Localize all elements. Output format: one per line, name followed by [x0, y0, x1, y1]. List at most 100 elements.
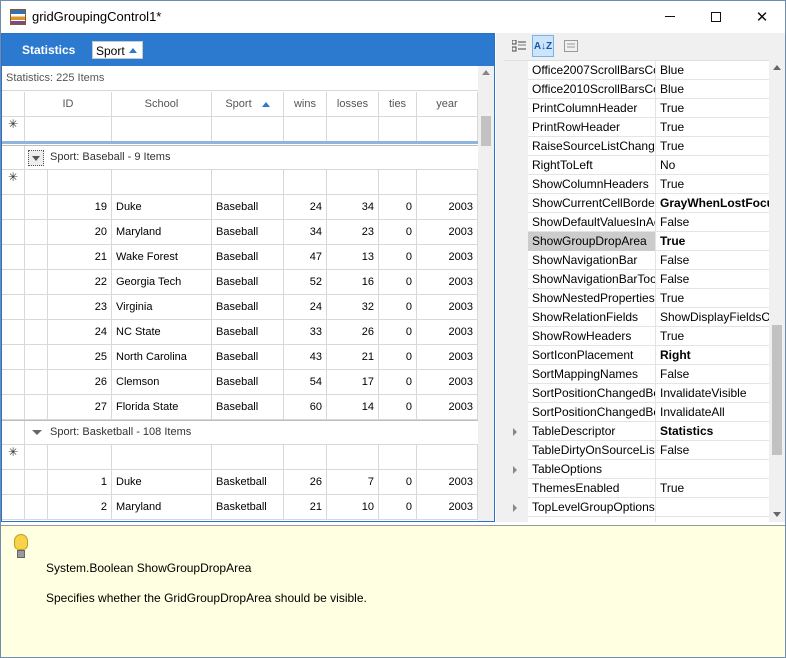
empty-cell[interactable]: [379, 117, 417, 141]
property-value[interactable]: InvalidateVisible: [657, 384, 769, 403]
property-row[interactable]: ShowGroupDropArea True: [504, 232, 769, 251]
cell-id[interactable]: 27: [25, 395, 112, 419]
property-value[interactable]: Statistics: [657, 422, 769, 441]
cell-wins[interactable]: 24: [284, 195, 327, 219]
add-new-row[interactable]: ✳: [2, 117, 478, 144]
table-row[interactable]: 20 Maryland Baseball 34 23 0 2003: [2, 220, 478, 245]
property-value[interactable]: InvalidateAll: [657, 403, 769, 422]
cell-losses[interactable]: 10: [327, 495, 379, 519]
property-row[interactable]: Office2007ScrollBarsCo Blue: [504, 61, 769, 80]
property-value[interactable]: True: [657, 289, 769, 308]
column-header-losses[interactable]: losses: [327, 92, 379, 116]
property-value[interactable]: [657, 517, 769, 522]
column-header-sport[interactable]: Sport: [212, 92, 284, 116]
cell-losses[interactable]: 7: [327, 470, 379, 494]
empty-cell[interactable]: [25, 170, 112, 194]
cell-year[interactable]: 2003: [417, 345, 478, 369]
property-row[interactable]: [504, 517, 769, 522]
cell-sport[interactable]: Baseball: [212, 245, 284, 269]
close-button[interactable]: ✕: [739, 1, 785, 32]
empty-cell[interactable]: [417, 117, 478, 141]
cell-id[interactable]: 23: [25, 295, 112, 319]
cell-ties[interactable]: 0: [379, 345, 417, 369]
cell-id[interactable]: 21: [25, 245, 112, 269]
cell-school[interactable]: Clemson: [112, 370, 212, 394]
table-row[interactable]: 2 Maryland Basketball 21 10 0 2003: [2, 495, 478, 520]
property-name[interactable]: ShowCurrentCellBorder: [528, 194, 656, 213]
cell-ties[interactable]: 0: [379, 220, 417, 244]
scroll-up-icon[interactable]: [773, 65, 781, 70]
property-row[interactable]: PrintRowHeader True: [504, 118, 769, 137]
property-row[interactable]: ShowNavigationBarToo False: [504, 270, 769, 289]
property-name[interactable]: ThemesEnabled: [528, 479, 656, 498]
property-row[interactable]: ShowDefaultValuesInAc False: [504, 213, 769, 232]
cell-id[interactable]: 25: [25, 345, 112, 369]
empty-cell[interactable]: [327, 170, 379, 194]
property-name[interactable]: ShowNavigationBar: [528, 251, 656, 270]
cell-losses[interactable]: 26: [327, 320, 379, 344]
property-name[interactable]: ShowNavigationBarToo: [528, 270, 656, 289]
cell-ties[interactable]: 0: [379, 245, 417, 269]
cell-ties[interactable]: 0: [379, 395, 417, 419]
panel-splitter[interactable]: [496, 33, 504, 522]
table-row[interactable]: 26 Clemson Baseball 54 17 0 2003: [2, 370, 478, 395]
cell-id[interactable]: 2: [25, 495, 112, 519]
cell-school[interactable]: North Carolina: [112, 345, 212, 369]
property-name[interactable]: SortIconPlacement: [528, 346, 656, 365]
cell-losses[interactable]: 23: [327, 220, 379, 244]
property-row[interactable]: TableDirtyOnSourceList False: [504, 441, 769, 460]
property-value[interactable]: True: [657, 137, 769, 156]
property-name[interactable]: RaiseSourceListChange: [528, 137, 656, 156]
property-name[interactable]: [528, 517, 656, 522]
cell-school[interactable]: Wake Forest: [112, 245, 212, 269]
column-header-wins[interactable]: wins: [284, 92, 327, 116]
cell-year[interactable]: 2003: [417, 470, 478, 494]
property-value[interactable]: True: [657, 479, 769, 498]
cell-year[interactable]: 2003: [417, 395, 478, 419]
table-row[interactable]: 27 Florida State Baseball 60 14 0 2003: [2, 395, 478, 420]
empty-cell[interactable]: [417, 445, 478, 469]
property-name[interactable]: ShowDefaultValuesInAc: [528, 213, 656, 232]
property-row[interactable]: TableOptions: [504, 460, 769, 479]
cell-sport[interactable]: Baseball: [212, 195, 284, 219]
cell-sport[interactable]: Basketball: [212, 495, 284, 519]
cell-wins[interactable]: 52: [284, 270, 327, 294]
cell-year[interactable]: 2003: [417, 270, 478, 294]
group-caption-row[interactable]: Sport: Basketball - 108 Items: [2, 420, 478, 445]
cell-sport[interactable]: Baseball: [212, 345, 284, 369]
property-row[interactable]: SortMappingNames False: [504, 365, 769, 384]
empty-cell[interactable]: [25, 445, 112, 469]
cell-ties[interactable]: 0: [379, 320, 417, 344]
property-row[interactable]: ThemesEnabled True: [504, 479, 769, 498]
column-header-ties[interactable]: ties: [379, 92, 417, 116]
property-name[interactable]: SortMappingNames: [528, 365, 656, 384]
column-header-year[interactable]: year: [417, 92, 478, 116]
table-row[interactable]: 1 Duke Basketball 26 7 0 2003: [2, 470, 478, 495]
categorized-button[interactable]: [508, 35, 530, 57]
cell-year[interactable]: 2003: [417, 495, 478, 519]
cell-school[interactable]: Maryland: [112, 495, 212, 519]
empty-cell[interactable]: [379, 445, 417, 469]
cell-school[interactable]: Maryland: [112, 220, 212, 244]
empty-cell[interactable]: [284, 445, 327, 469]
cell-sport[interactable]: Baseball: [212, 320, 284, 344]
cell-ties[interactable]: 0: [379, 195, 417, 219]
cell-year[interactable]: 2003: [417, 220, 478, 244]
property-name[interactable]: TableDescriptor: [528, 422, 656, 441]
cell-losses[interactable]: 34: [327, 195, 379, 219]
property-value[interactable]: True: [657, 232, 769, 251]
cell-school[interactable]: Florida State: [112, 395, 212, 419]
cell-ties[interactable]: 0: [379, 495, 417, 519]
add-new-row[interactable]: ✳: [2, 445, 478, 470]
collapse-group-icon[interactable]: [32, 430, 42, 435]
collapse-group-icon[interactable]: [28, 150, 44, 166]
scroll-thumb[interactable]: [481, 116, 491, 146]
column-header-id[interactable]: ID: [25, 92, 112, 116]
property-pages-button[interactable]: [560, 35, 582, 57]
property-name[interactable]: ShowGroupDropArea: [528, 232, 656, 251]
empty-cell[interactable]: [212, 170, 284, 194]
property-value[interactable]: [657, 460, 769, 479]
cell-sport[interactable]: Baseball: [212, 270, 284, 294]
cell-id[interactable]: 26: [25, 370, 112, 394]
cell-sport[interactable]: Baseball: [212, 395, 284, 419]
